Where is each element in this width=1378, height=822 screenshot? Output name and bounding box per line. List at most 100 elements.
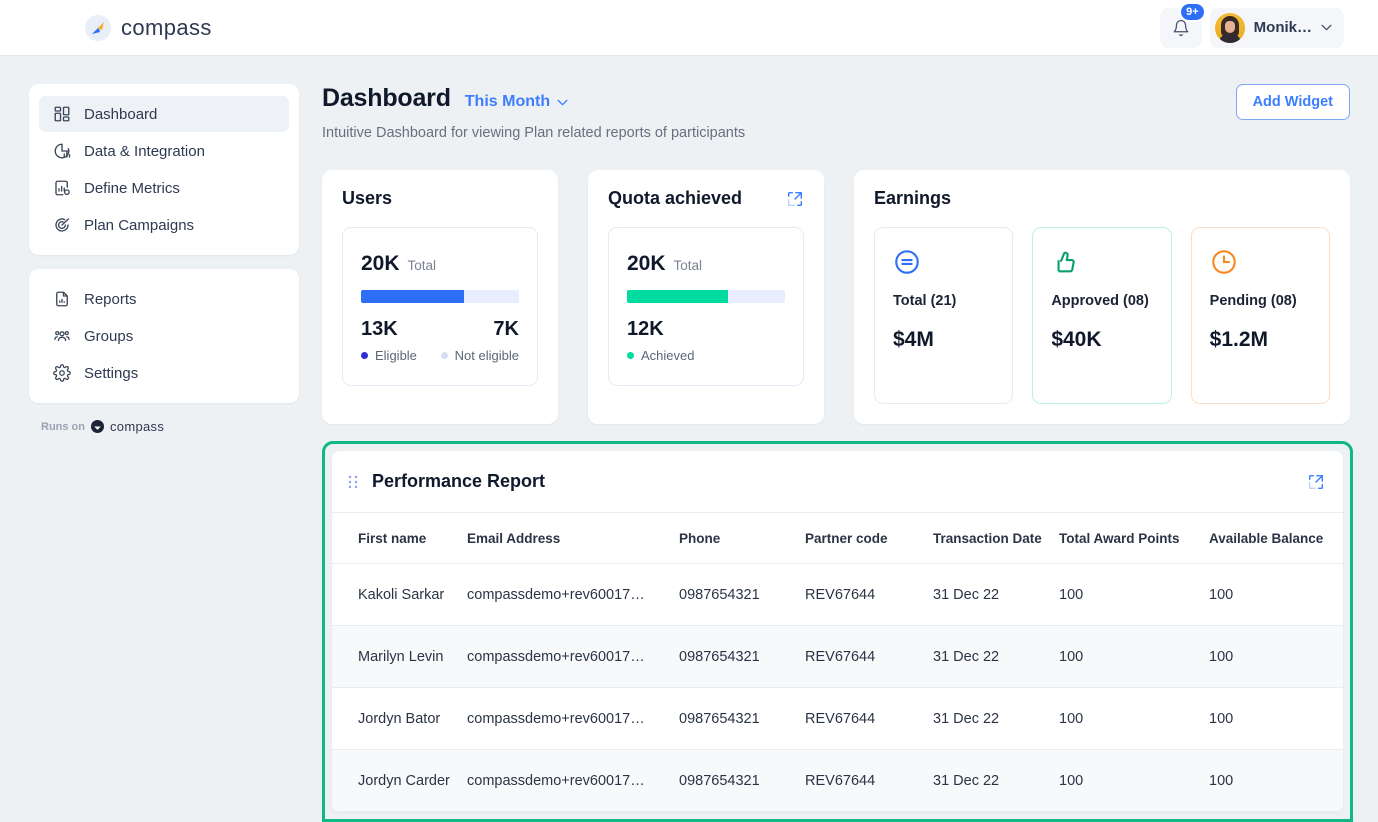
cell-available-balance: 100 (1209, 626, 1343, 688)
title-row: Dashboard This Month (322, 84, 745, 113)
quota-achieved-value: 12K (627, 318, 664, 341)
kpi-row: Users 20K Total 13K 7K Eligible (322, 170, 1378, 424)
sidebar-item-label: Reports (84, 291, 137, 308)
user-menu[interactable]: Monik… (1210, 8, 1344, 48)
quota-stat-box: 20K Total 12K Achieved (608, 227, 804, 386)
cell-email: compassdemo+rev60017… (467, 564, 679, 626)
cell-available-balance: 100 (1209, 564, 1343, 626)
table-row[interactable]: Kakoli Sarkar compassdemo+rev60017… 0987… (332, 564, 1343, 626)
cell-first-name: Jordyn Carder (332, 750, 467, 812)
column-header-partner-code[interactable]: Partner code (805, 513, 933, 564)
topbar-actions: 9+ Monik… (1160, 8, 1344, 48)
pie-chart-icon (53, 142, 71, 160)
users-card-title: Users (342, 188, 392, 209)
quota-value-row: 12K (627, 318, 785, 341)
report-document-icon (53, 290, 71, 308)
sidebar-item-label: Plan Campaigns (84, 217, 194, 234)
cell-email: compassdemo+rev60017… (467, 688, 679, 750)
sidebar-item-define-metrics[interactable]: Define Metrics (39, 170, 289, 206)
legend-dot (361, 352, 368, 359)
drag-handle-icon[interactable] (348, 475, 358, 489)
sidebar-item-settings[interactable]: Settings (39, 355, 289, 391)
sidebar-item-label: Data & Integration (84, 143, 205, 160)
cell-total-award-points: 100 (1059, 688, 1209, 750)
avatar (1215, 13, 1245, 43)
column-header-first-name[interactable]: First name (332, 513, 467, 564)
runs-on-label: Runs on (41, 421, 85, 433)
users-eligible-legend: Eligible (361, 348, 417, 363)
cell-phone: 0987654321 (679, 688, 805, 750)
expand-icon[interactable] (786, 190, 804, 208)
cell-first-name: Marilyn Levin (332, 626, 467, 688)
top-bar: compass 9+ Monik… (0, 0, 1378, 56)
table-row[interactable]: Marilyn Levin compassdemo+rev60017… 0987… (332, 626, 1343, 688)
table-header-row: First name Email Address Phone Partner c… (332, 513, 1343, 564)
users-card-header: Users (342, 188, 538, 209)
brand-logo[interactable]: compass (85, 15, 212, 41)
earnings-item-label: Total (21) (893, 293, 994, 309)
notification-badge: 9+ (1179, 2, 1206, 22)
quota-achieved-legend: Achieved (627, 348, 694, 363)
sidebar-item-label: Groups (84, 328, 133, 345)
users-total-label: Total (408, 258, 437, 273)
expand-icon[interactable] (1307, 473, 1325, 491)
cell-partner-code: REV67644 (805, 750, 933, 812)
sidebar-item-groups[interactable]: Groups (39, 318, 289, 354)
cell-total-award-points: 100 (1059, 626, 1209, 688)
cell-transaction-date: 31 Dec 22 (933, 750, 1059, 812)
period-selector[interactable]: This Month (465, 93, 568, 111)
main-content: Dashboard This Month Intuitive Dashboard… (322, 84, 1378, 822)
table-row[interactable]: Jordyn Carder compassdemo+rev60017… 0987… (332, 750, 1343, 812)
earnings-pending-card[interactable]: Pending (08) $1.2M (1191, 227, 1330, 404)
users-legend: Eligible Not eligible (361, 348, 519, 363)
cell-partner-code: REV67644 (805, 564, 933, 626)
sidebar-group-secondary: Reports Groups Settings (29, 269, 299, 403)
legend-label: Achieved (641, 348, 694, 363)
notifications-button[interactable]: 9+ (1160, 8, 1202, 48)
users-card: Users 20K Total 13K 7K Eligible (322, 170, 558, 424)
cell-transaction-date: 31 Dec 22 (933, 626, 1059, 688)
compass-mark-icon (91, 420, 104, 433)
earnings-total-card[interactable]: Total (21) $4M (874, 227, 1013, 404)
cell-partner-code: REV67644 (805, 626, 933, 688)
add-widget-button[interactable]: Add Widget (1236, 84, 1350, 120)
column-header-transaction-date[interactable]: Transaction Date (933, 513, 1059, 564)
sidebar-group-primary: Dashboard Data & Integration Define Metr… (29, 84, 299, 255)
sidebar-item-dashboard[interactable]: Dashboard (39, 96, 289, 132)
earnings-grid: Total (21) $4M Approved (08) $40K Pendi (874, 227, 1330, 404)
clock-icon (1210, 248, 1238, 276)
cell-first-name: Jordyn Bator (332, 688, 467, 750)
column-header-available-balance[interactable]: Available Balance (1209, 513, 1343, 564)
sidebar-item-data-integration[interactable]: Data & Integration (39, 133, 289, 169)
cell-email: compassdemo+rev60017… (467, 626, 679, 688)
thumbs-up-icon (1051, 248, 1079, 276)
table-row[interactable]: Jordyn Bator compassdemo+rev60017… 09876… (332, 688, 1343, 750)
chevron-down-icon (1321, 24, 1332, 31)
column-header-email[interactable]: Email Address (467, 513, 679, 564)
column-header-total-award-points[interactable]: Total Award Points (1059, 513, 1209, 564)
users-not-eligible-legend: Not eligible (441, 348, 519, 363)
users-not-eligible-value: 7K (493, 318, 519, 341)
earnings-approved-card[interactable]: Approved (08) $40K (1032, 227, 1171, 404)
cell-transaction-date: 31 Dec 22 (933, 564, 1059, 626)
brand-name: compass (121, 15, 212, 41)
page-title: Dashboard (322, 84, 451, 113)
cell-available-balance: 100 (1209, 688, 1343, 750)
cell-first-name: Kakoli Sarkar (332, 564, 467, 626)
earnings-item-value: $4M (893, 328, 994, 352)
compass-arrow-logo-icon (85, 15, 111, 41)
users-eligible-value: 13K (361, 318, 398, 341)
page-subtitle: Intuitive Dashboard for viewing Plan rel… (322, 125, 745, 141)
legend-dot (441, 352, 448, 359)
quota-total-row: 20K Total (627, 252, 785, 276)
quota-total-value: 20K (627, 252, 666, 276)
column-header-phone[interactable]: Phone (679, 513, 805, 564)
performance-report-table: First name Email Address Phone Partner c… (332, 513, 1343, 812)
quota-legend: Achieved (627, 348, 785, 363)
sidebar-item-reports[interactable]: Reports (39, 281, 289, 317)
sidebar-item-plan-campaigns[interactable]: Plan Campaigns (39, 207, 289, 243)
user-name: Monik… (1254, 19, 1312, 36)
earnings-card-header: Earnings (874, 188, 1330, 209)
cell-transaction-date: 31 Dec 22 (933, 688, 1059, 750)
cell-available-balance: 100 (1209, 750, 1343, 812)
